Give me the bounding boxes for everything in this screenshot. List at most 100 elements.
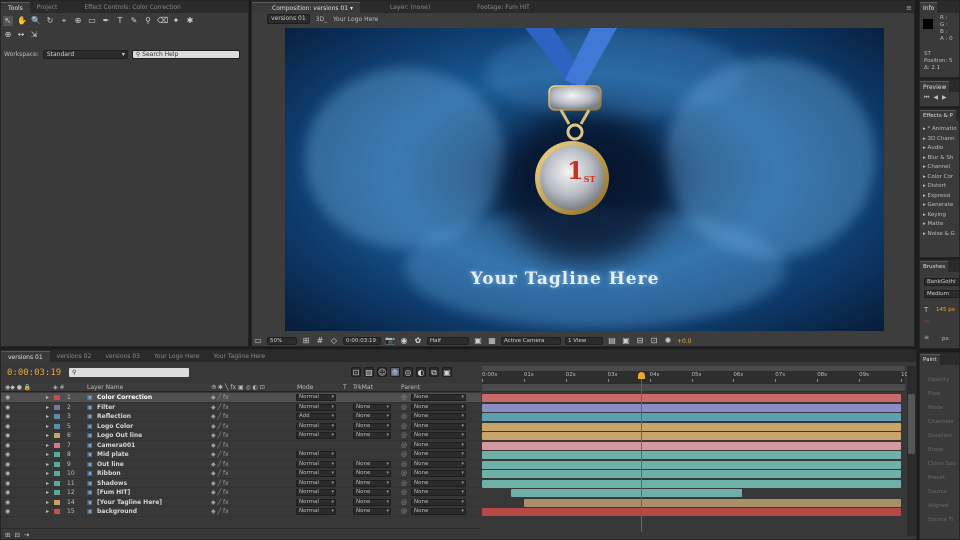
layer-switches[interactable]: ◆ ╱ fx (211, 441, 229, 450)
expand-arrow-icon[interactable]: ▸ (46, 469, 49, 478)
font-select[interactable]: BankGothi (924, 278, 960, 286)
layer-row[interactable]: ◉ ▸ 12 ▣ [Fum HIT] ◆ ╱ fx Normal None @ None (1, 488, 481, 498)
toggle-switches-icon[interactable]: ⊞ (5, 531, 10, 539)
pick-whip-icon[interactable]: @ (401, 403, 407, 412)
hand-tool-icon[interactable]: ✋ (17, 16, 27, 26)
visibility-eye-icon[interactable]: ◉ (5, 422, 10, 431)
layer-name[interactable]: [Your Tagline Here] (97, 498, 162, 507)
layer-name[interactable]: Logo Out line (97, 431, 142, 440)
layer-row[interactable]: ◉ ▸ 14 ▣ [Your Tagline Here] ◆ ╱ fx Normal None… (1, 498, 481, 507)
toggle-in-out-icon[interactable]: ⇥ (24, 531, 29, 539)
mode-select[interactable]: Normal (296, 508, 336, 515)
parent-select[interactable]: None (411, 413, 466, 420)
search-help-input[interactable]: ⚲ Search Help (131, 49, 240, 59)
mode-select[interactable]: Normal (296, 451, 336, 458)
mode-select[interactable]: Add (296, 413, 336, 420)
font-size-value[interactable]: 145 px (936, 307, 955, 313)
visibility-eye-icon[interactable]: ◉ (5, 469, 10, 478)
mask-tool-icon[interactable]: ▭ (87, 16, 97, 26)
parent-select[interactable]: None (411, 470, 466, 477)
pick-whip-icon[interactable]: @ (401, 479, 407, 488)
layer-row[interactable]: ◉ ▸ 2 ▣ Filter ◆ ╱ fx Normal None @ None (1, 403, 481, 412)
layer-duration-bar[interactable] (482, 460, 901, 469)
view-axis-icon[interactable]: ⇲ (29, 30, 39, 40)
tab-effects[interactable]: Effects & P (920, 110, 956, 121)
layer-duration-bar[interactable] (482, 508, 901, 516)
breadcrumb-3d[interactable]: 3D_ (316, 16, 327, 23)
parent-select[interactable]: None (411, 489, 466, 496)
layer-row[interactable]: ◉ ▸ 3 ▣ Reflection ◆ ╱ fx Add None @ None (1, 412, 481, 422)
label-color-swatch[interactable] (54, 509, 60, 514)
layer-name[interactable]: background (97, 507, 137, 516)
visibility-eye-icon[interactable]: ◉ (5, 393, 10, 402)
layer-name[interactable]: Color Correction (97, 393, 152, 402)
pick-whip-icon[interactable]: @ (401, 498, 407, 507)
pan-behind-tool-icon[interactable]: ⊕ (73, 16, 83, 26)
rotate-tool-icon[interactable]: ↻ (45, 16, 55, 26)
exposure-value[interactable]: +0.0 (677, 338, 692, 345)
tab-layer[interactable]: Layer: (none) (360, 2, 437, 13)
tab-paint[interactable]: Paint (920, 354, 940, 365)
trkmat-select[interactable]: None (353, 470, 391, 477)
trkmat-select[interactable]: None (353, 432, 391, 439)
brush-tool-icon[interactable]: ✎ (129, 16, 139, 26)
mode-select[interactable]: Normal (296, 403, 336, 411)
expand-arrow-icon[interactable]: ▸ (46, 422, 49, 431)
expand-arrow-icon[interactable]: ▸ (46, 393, 49, 402)
layer-switches[interactable]: ◆ ╱ fx (211, 479, 229, 488)
layer-name[interactable]: Mid plate (97, 450, 129, 459)
tab-footage[interactable]: Footage: Fum HIT (437, 2, 537, 13)
zoom-tool-icon[interactable]: 🔍 (31, 16, 41, 26)
trkmat-select[interactable]: None (353, 460, 391, 468)
label-color-swatch[interactable] (54, 490, 60, 495)
tab-composition[interactable]: Composition: versions 01 ▾ (252, 2, 360, 13)
tab-effect-controls[interactable]: Effect Controls: Color Correction (64, 2, 188, 13)
tab-preview[interactable]: Preview (920, 81, 950, 92)
first-frame-icon[interactable]: ⏮ (924, 94, 929, 102)
trkmat-select[interactable]: None (353, 489, 391, 496)
layer-name-header[interactable]: Layer Name (87, 383, 123, 392)
visibility-eye-icon[interactable]: ◉ (5, 441, 10, 450)
layer-row[interactable]: ◉ ▸ 7 ▣ Camera001 ◆ ╱ fx @ None (1, 441, 481, 450)
timeline-icon[interactable]: ⊟ (635, 336, 645, 346)
mode-select[interactable]: Normal (296, 432, 336, 439)
workspace-select[interactable]: Standard ▾ (42, 49, 128, 59)
layer-row[interactable]: ◉ ▸ 6 ▣ Logo Out line ◆ ╱ fx Normal None @ None (1, 431, 481, 441)
parent-select[interactable]: None (411, 498, 466, 506)
trkmat-select[interactable]: None (353, 403, 391, 411)
pick-whip-icon[interactable]: @ (401, 488, 407, 497)
layer-name[interactable]: Reflection (97, 412, 131, 421)
layer-duration-bar[interactable] (482, 479, 901, 488)
expand-arrow-icon[interactable]: ▸ (46, 431, 49, 440)
layer-duration-bar[interactable] (482, 403, 901, 412)
visibility-eye-icon[interactable]: ◉ (5, 431, 10, 440)
parent-select[interactable]: None (411, 394, 466, 401)
view-layout-select[interactable]: 1 View (565, 337, 603, 345)
expand-arrow-icon[interactable]: ▸ (46, 412, 49, 421)
mode-select[interactable]: Normal (296, 422, 336, 430)
motion-blur-icon[interactable]: ◎ (403, 367, 413, 377)
effects-category[interactable]: ▸ Channel (923, 163, 957, 173)
layer-row[interactable]: ◉ ▸ 10 ▣ Ribbon ◆ ╱ fx Normal None @ None (1, 469, 481, 479)
time-nav-bar[interactable] (482, 384, 905, 391)
work-area-bar[interactable] (482, 366, 905, 371)
layer-row[interactable]: ◉ ▸ 1 ▣ Color Correction ◆ ╱ fx Normal @ None (1, 393, 481, 403)
parent-select[interactable]: None (411, 441, 466, 449)
mode-header[interactable]: Mode (297, 383, 313, 392)
label-color-swatch[interactable] (54, 404, 60, 410)
layer-switches[interactable]: ◆ ╱ fx (211, 488, 229, 497)
expand-arrow-icon[interactable]: ▸ (46, 441, 49, 450)
layer-duration-bar[interactable] (482, 470, 901, 478)
toggle-modes-icon[interactable]: ⊟ (14, 531, 19, 539)
play-icon[interactable]: ▶ (942, 94, 947, 102)
grid-icon[interactable]: # (315, 336, 325, 346)
shy-layers-icon[interactable]: ☺ (377, 367, 387, 377)
t-header[interactable]: T (343, 383, 347, 392)
puppet-tool-icon[interactable]: ✱ (185, 16, 195, 26)
auto-keyframe-icon[interactable]: ▣ (442, 367, 452, 377)
layer-name[interactable]: Shadows (97, 479, 127, 488)
parent-select[interactable]: None (411, 479, 466, 487)
comp-viewer[interactable]: 1ST Your Tagline Here (285, 28, 884, 331)
flowchart-icon[interactable]: ⊡ (649, 336, 659, 346)
tab-timeline-comp[interactable]: Your Tagline Here (206, 351, 272, 362)
